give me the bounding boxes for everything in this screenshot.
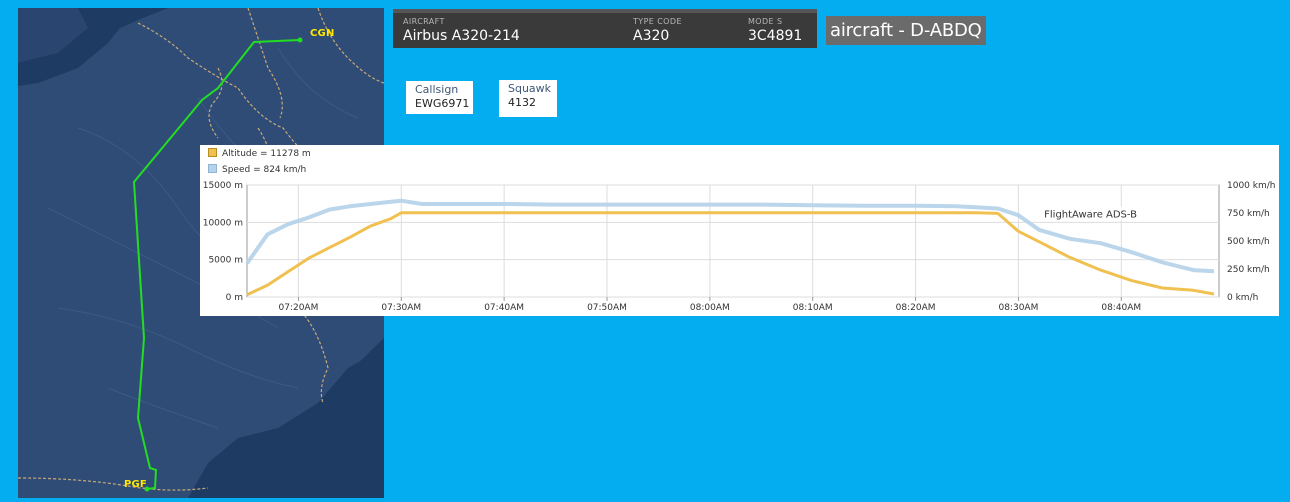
aircraft-label: AIRCRAFT bbox=[403, 17, 445, 26]
y-left-tick-label: 15000 m bbox=[203, 181, 243, 191]
x-tick-label: 07:40AM bbox=[484, 303, 524, 313]
altitude-speed-chart[interactable]: Altitude = 11278 m Speed = 824 km/h 0 m5… bbox=[200, 145, 1279, 316]
annotation-label: FlightAware ADS-B bbox=[1044, 210, 1137, 221]
x-tick-label: 08:00AM bbox=[690, 303, 730, 313]
x-tick-label: 07:50AM bbox=[587, 303, 627, 313]
y-left-tick-label: 10000 m bbox=[203, 218, 243, 228]
aircraft-field: AIRCRAFT Airbus A320-214 bbox=[403, 17, 520, 44]
squawk-value[interactable]: 4132 bbox=[508, 96, 548, 109]
y-left-tick-label: 0 m bbox=[226, 293, 243, 303]
y-left-tick-label: 5000 m bbox=[208, 256, 243, 266]
mode-s-label: MODE S bbox=[748, 17, 783, 26]
x-tick-label: 08:40AM bbox=[1101, 303, 1141, 313]
type-code-value[interactable]: A320 bbox=[633, 28, 682, 44]
aircraft-value[interactable]: Airbus A320-214 bbox=[403, 28, 520, 44]
x-tick-label: 08:30AM bbox=[998, 303, 1038, 313]
origin-airport-label[interactable]: CGN bbox=[310, 28, 335, 39]
y-right-tick-label: 0 km/h bbox=[1227, 293, 1258, 303]
origin-marker[interactable] bbox=[297, 37, 303, 43]
x-tick-label: 08:10AM bbox=[793, 303, 833, 313]
callsign-value[interactable]: EWG6971 bbox=[415, 97, 469, 110]
aircraft-info-bar: AIRCRAFT Airbus A320-214 TYPE CODE A320 … bbox=[393, 9, 817, 48]
x-tick-label: 07:30AM bbox=[381, 303, 421, 313]
aircraft-registration-title: aircraft - D-ABDQ bbox=[826, 16, 986, 45]
squawk-box: Squawk 4132 bbox=[499, 80, 557, 117]
mode-s-field: MODE S 3C4891 bbox=[748, 17, 802, 44]
mode-s-value[interactable]: 3C4891 bbox=[748, 28, 802, 44]
callsign-box: Callsign EWG6971 bbox=[406, 81, 473, 114]
type-code-field: TYPE CODE A320 bbox=[633, 17, 682, 44]
y-right-tick-label: 750 km/h bbox=[1227, 209, 1270, 219]
type-code-label: TYPE CODE bbox=[633, 17, 682, 26]
destination-airport-label[interactable]: PGF bbox=[124, 479, 147, 490]
squawk-label: Squawk bbox=[508, 82, 552, 95]
x-tick-label: 07:20AM bbox=[278, 303, 318, 313]
chart-plot: 0 m 5000 m 10000 m 15000 m 0 km/h 250 km/h 500… bbox=[203, 181, 1276, 313]
y-right-tick-label: 500 km/h bbox=[1227, 237, 1270, 247]
y-right-tick-label: 250 km/h bbox=[1227, 265, 1270, 275]
callsign-label: Callsign bbox=[415, 83, 459, 96]
x-tick-label: 08:20AM bbox=[896, 303, 936, 313]
y-right-tick-label: 1000 km/h bbox=[1227, 181, 1275, 191]
altitude-series-line bbox=[246, 211, 1215, 297]
